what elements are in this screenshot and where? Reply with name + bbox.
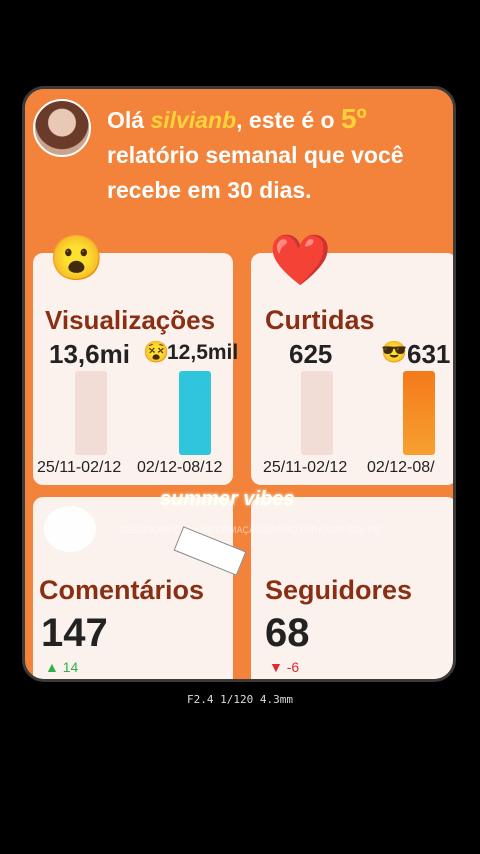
likes-date-previous: 25/11-02/12 — [263, 459, 348, 476]
greeting-mid: , este é o — [236, 107, 341, 133]
views-title: Visualizações — [45, 305, 216, 335]
views-previous-emoji: 😵 — [143, 341, 170, 364]
camera-info: F2.4 1/120 4.3mm — [187, 693, 293, 706]
comments-title: Comentários — [39, 575, 205, 605]
likes-current-emoji: 😎 — [381, 341, 408, 364]
report-header: Olá silvianb, este é o 5º relatório sema… — [25, 89, 453, 239]
comments-value: 147 — [41, 611, 108, 655]
arrow-up-icon: ▲ — [45, 659, 59, 675]
likes-bar-previous — [301, 371, 333, 455]
likes-current: 631 — [407, 339, 451, 369]
greeting-suffix: relatório semanal que você recebe em 30 … — [107, 142, 404, 203]
views-card[interactable]: 😮 Visualizações 13,6mi 😵 12,5mil 25/11-0… — [33, 237, 238, 485]
likes-previous: 625 — [289, 339, 333, 369]
followers-delta: ▼ -6 — [269, 659, 299, 675]
likes-bar-current — [403, 371, 435, 455]
speech-bubble-icon — [44, 506, 96, 552]
views-current: 13,6mi — [49, 339, 130, 369]
heart-icon: ❤️ — [269, 232, 332, 288]
comments-delta: ▲ 14 — [45, 659, 78, 675]
followers-value: 68 — [265, 611, 310, 655]
arrow-down-icon: ▼ — [269, 659, 283, 675]
greeting-text: Olá silvianb, este é o 5º relatório sema… — [107, 101, 447, 208]
views-previous: 12,5mil — [167, 341, 239, 364]
followers-delta-value: -6 — [286, 659, 300, 675]
report-frame: Olá silvianb, este é o 5º relatório sema… — [22, 86, 456, 682]
likes-date-current: 02/12-08/ — [367, 459, 435, 476]
summer-vibes-caption: summer vibes — [160, 488, 295, 510]
comments-delta-value: 14 — [62, 659, 79, 675]
likes-title: Curtidas — [265, 305, 375, 335]
views-bar-previous — [75, 371, 107, 455]
avatar[interactable] — [33, 99, 91, 157]
report-number: 5º — [340, 103, 367, 134]
views-date-current: 02/12-08/12 — [137, 459, 223, 476]
greeting-prefix: Olá — [107, 107, 151, 133]
likes-card[interactable]: ❤️ Curtidas 625 😎 631 25/11-02/12 02/12-… — [251, 235, 453, 485]
views-date-previous: 25/11-02/12 — [37, 459, 122, 476]
overlay-faint-text: SELECIONE CADA INFORMAÇÃO ABAIXO PARA VE… — [120, 525, 380, 535]
followers-title: Seguidores — [265, 575, 413, 605]
views-bar-current — [179, 371, 211, 455]
surprised-face-icon: 😮 — [49, 234, 104, 283]
username: silvianb — [150, 107, 237, 133]
